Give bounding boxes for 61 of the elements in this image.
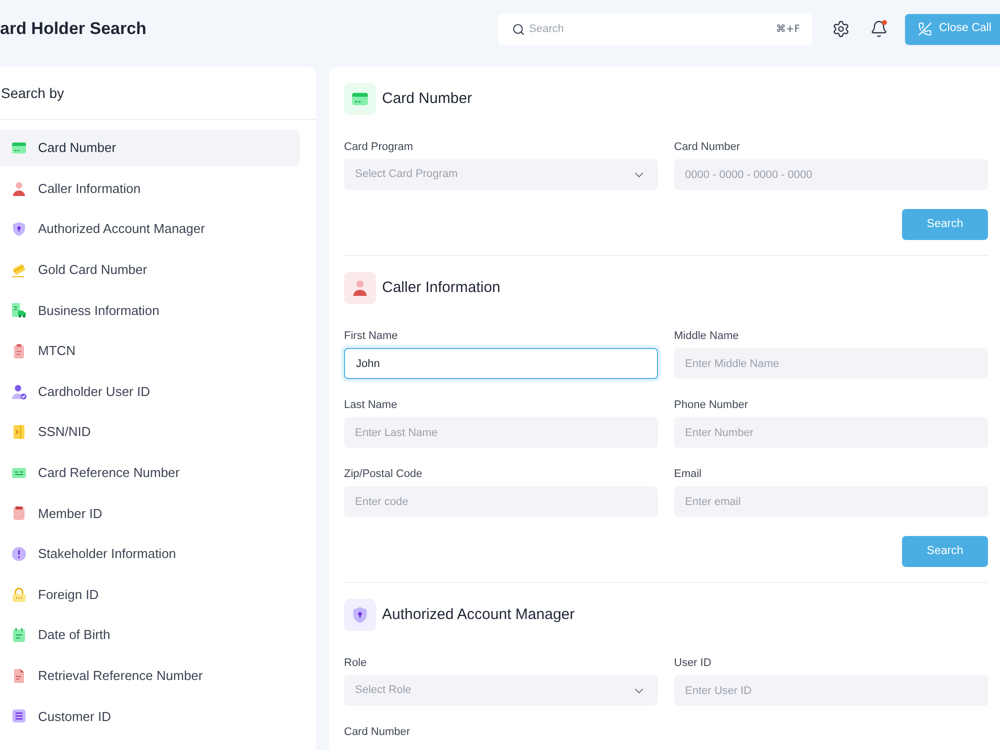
input-field[interactable]: Enter code — [344, 486, 658, 517]
section-title: Card Number — [382, 88, 472, 109]
input-field[interactable]: Enter Number — [674, 417, 988, 448]
user-check-icon — [11, 384, 27, 400]
calendar-icon — [11, 627, 27, 644]
sidebar-item[interactable]: Gold Card Number — [0, 252, 300, 288]
input-field[interactable]: 0000 - 0000 - 0000 - 0000 — [674, 159, 988, 190]
sidebar-title: Search by — [1, 84, 64, 103]
input-field[interactable]: Enter Middle Name — [674, 348, 988, 379]
settings-icon[interactable] — [832, 20, 850, 38]
shield-icon — [11, 221, 27, 238]
field-label: Middle Name — [674, 329, 740, 344]
page-title: ard Holder Search — [0, 18, 146, 40]
sidebar-item[interactable]: Caller Information — [0, 170, 300, 207]
sidebar-item[interactable]: Retrieval Reference Number — [0, 658, 300, 694]
field-label: Phone Number — [674, 398, 749, 413]
sidebar-item[interactable]: Date of Birth — [0, 617, 300, 654]
input-field[interactable]: Enter User ID — [674, 675, 988, 706]
document-icon — [11, 668, 27, 684]
document-truck-icon — [11, 302, 27, 318]
sidebar-item[interactable]: Card Number — [0, 130, 300, 166]
list-icon — [11, 708, 27, 724]
field-label: Role — [344, 656, 368, 671]
exclamation-circle-icon — [11, 546, 27, 562]
field-label: Last Name — [344, 398, 398, 413]
sidebar-item[interactable]: Card Reference Number — [0, 454, 300, 491]
book-icon — [11, 424, 27, 440]
shield-icon — [344, 599, 376, 631]
bell-icon[interactable] — [870, 20, 888, 38]
credit-card-icon — [344, 83, 376, 115]
person-icon — [11, 180, 27, 197]
clipboard-icon — [11, 342, 27, 359]
section-title: Authorized Account Manager — [382, 604, 575, 625]
field-label: Email — [674, 467, 703, 482]
field-label: Card Number — [344, 725, 412, 740]
field-label: First Name — [344, 329, 399, 344]
sidebar-item[interactable]: Member ID — [0, 495, 300, 532]
input-field[interactable]: Enter Last Name — [344, 417, 658, 448]
field-label: User ID — [674, 656, 712, 671]
field-label: Card Program — [344, 140, 414, 155]
sidebar-item[interactable]: Authorized Account Manager — [0, 211, 300, 248]
shortcut-hint: ⌘+F — [776, 22, 800, 36]
search-icon — [512, 22, 525, 36]
padlock-icon — [11, 586, 27, 603]
sidebar-item[interactable]: SSN/NID — [0, 414, 300, 450]
input-field[interactable]: Enter email — [674, 486, 988, 517]
sidebar-item[interactable]: Customer ID — [0, 698, 300, 734]
section-title: Caller Information — [382, 278, 500, 298]
sidebar-item[interactable]: Cardholder User ID — [0, 374, 300, 410]
input-field[interactable]: John — [344, 348, 658, 379]
sidebar-item[interactable]: Business Information — [0, 292, 300, 328]
person-icon — [344, 272, 376, 304]
phone-off-icon — [918, 22, 932, 36]
credit-card-icon — [11, 140, 27, 156]
sidebar-item[interactable]: Stakeholder Information — [0, 536, 300, 572]
tilted-card-icon — [11, 262, 27, 278]
sidebar-item[interactable]: MTCN — [0, 332, 300, 369]
sidebar-item[interactable]: Foreign ID — [0, 576, 300, 613]
field-label: Zip/Postal Code — [344, 467, 424, 482]
field-label: Card Number — [674, 140, 742, 155]
jar-icon — [11, 505, 27, 522]
